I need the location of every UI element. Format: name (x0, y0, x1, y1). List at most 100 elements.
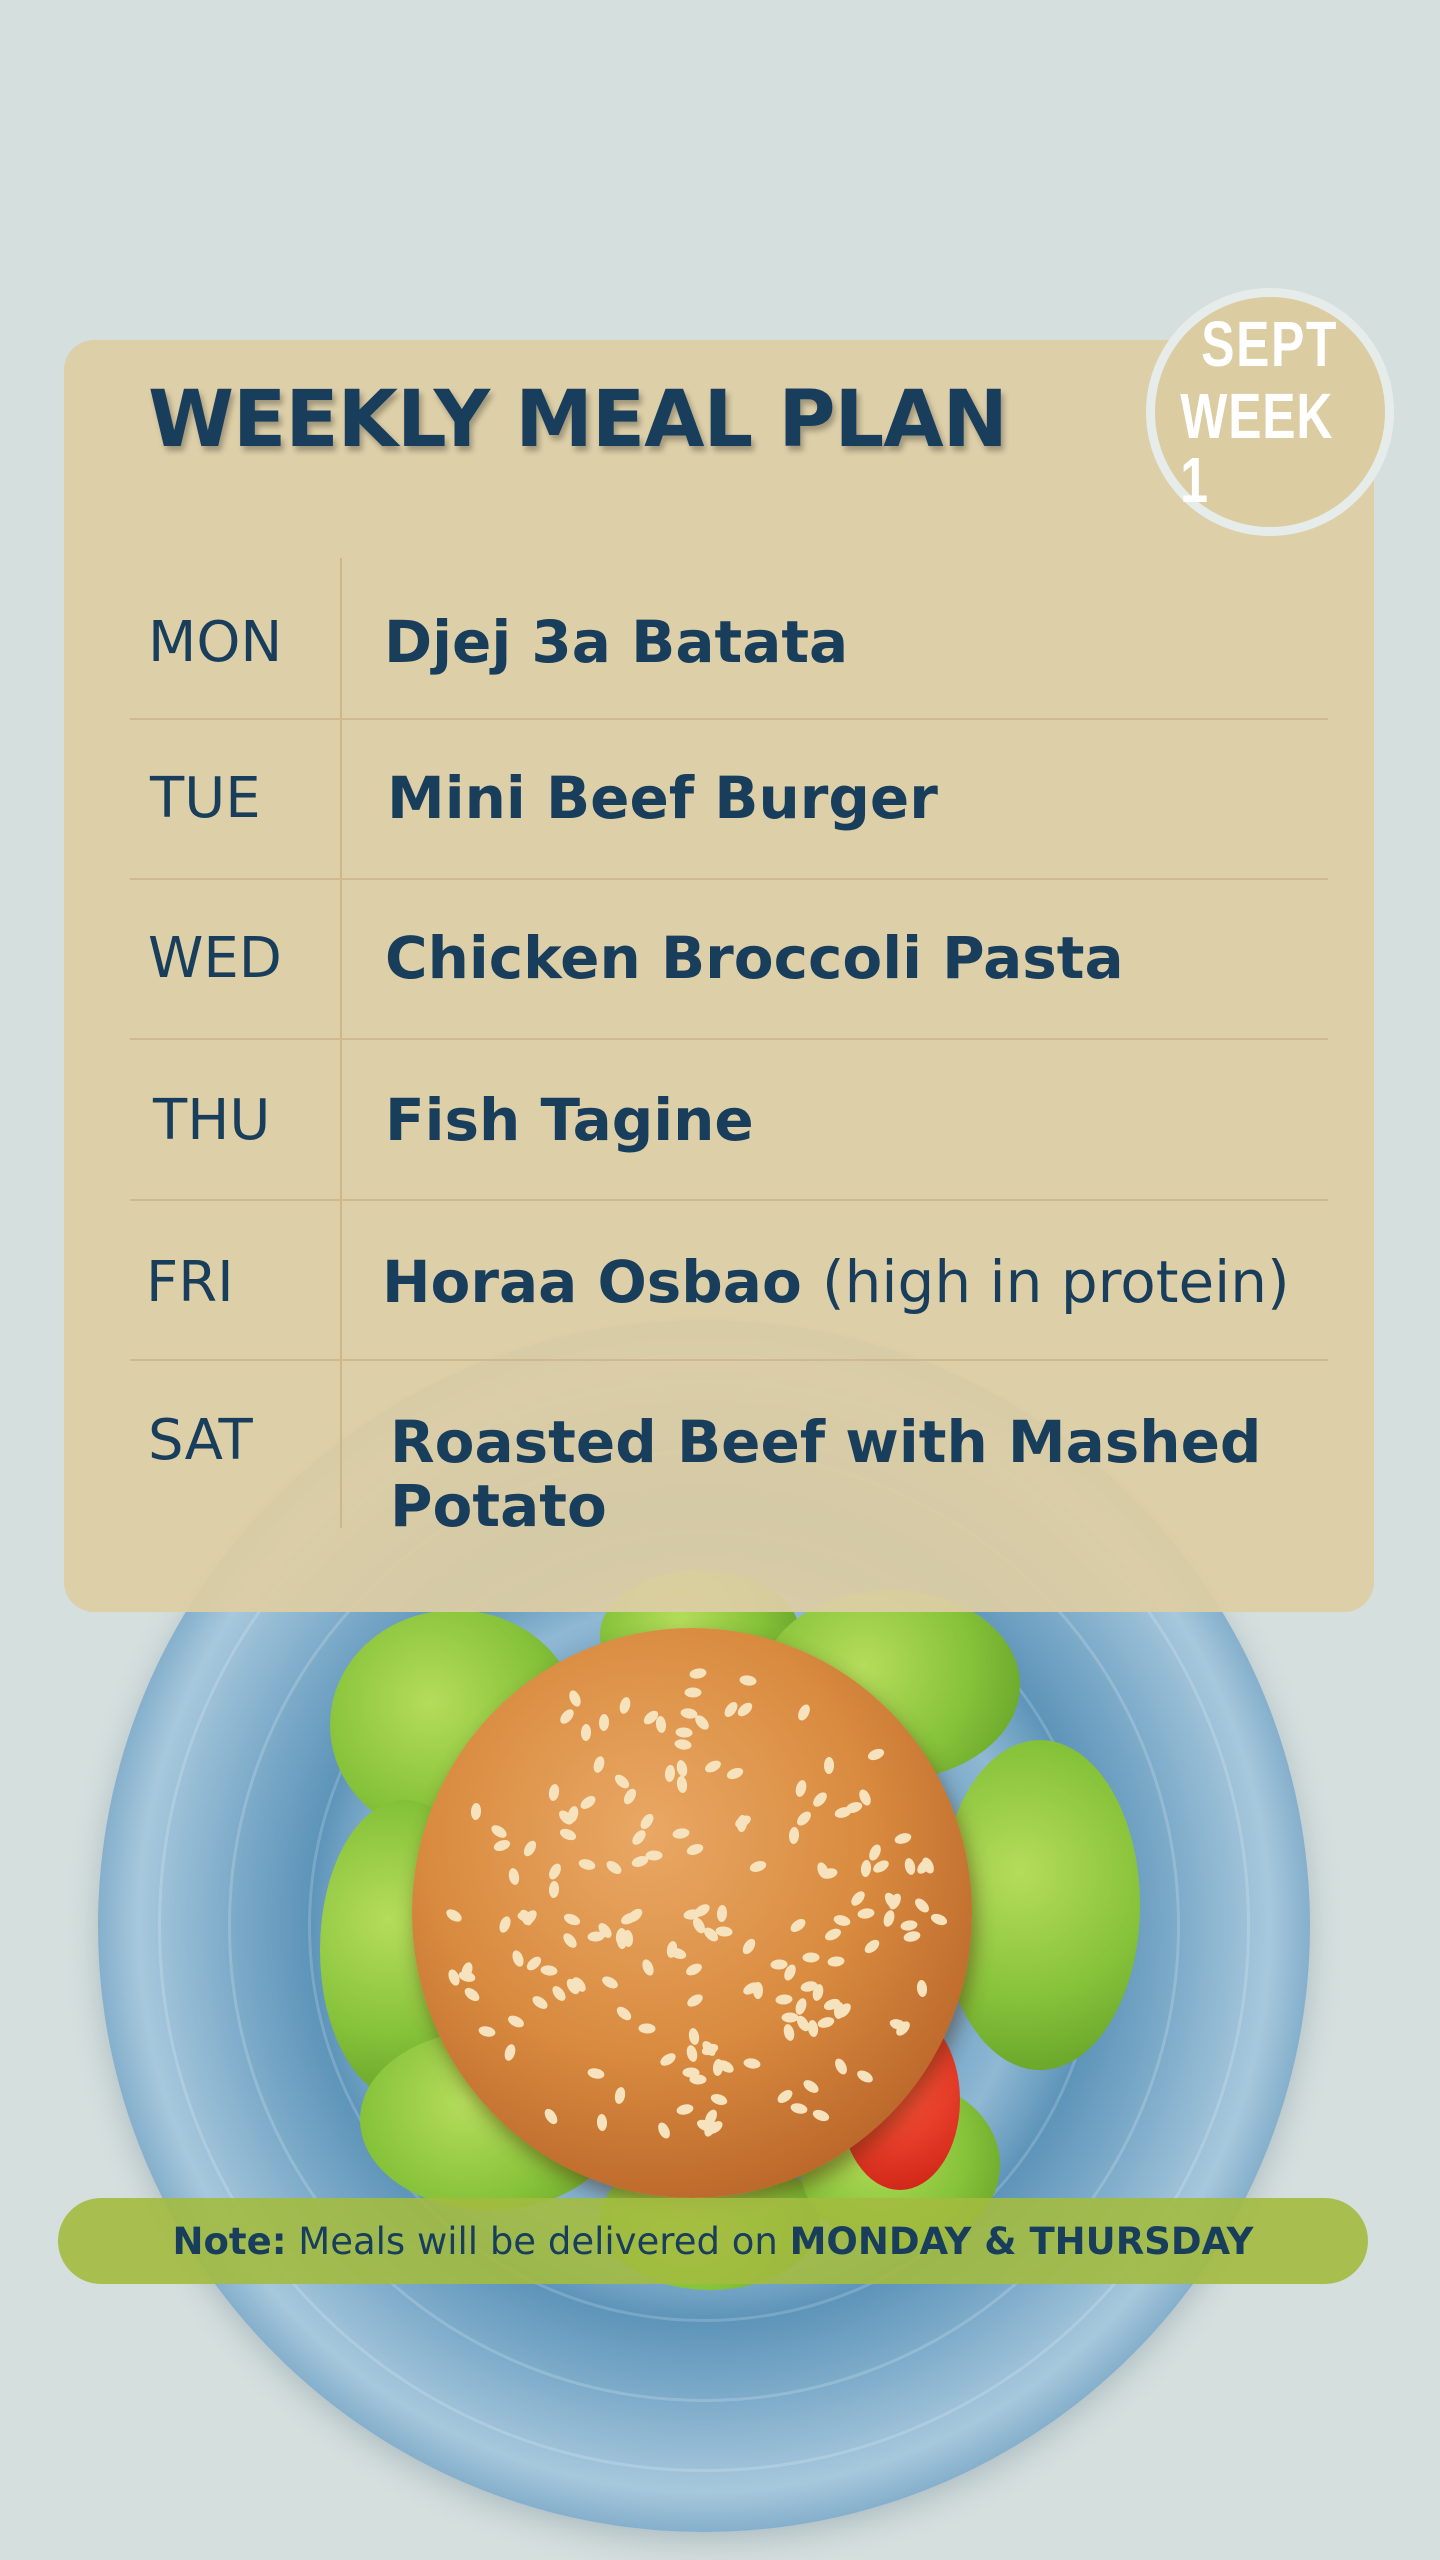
sesame-seed (712, 2058, 724, 2077)
sesame-seed (502, 2042, 517, 2062)
sesame-seed (824, 1756, 835, 1774)
sesame-seed (587, 2066, 606, 2081)
sesame-seed (747, 1858, 768, 1874)
sesame-seed (637, 1811, 656, 1832)
sesame-seed (684, 1687, 702, 1698)
sesame-seed (929, 1911, 949, 1928)
meal-fri: Horaa Osbao (high in protein) (382, 1250, 1290, 1314)
meal-mon: Djej 3a Batata (384, 608, 849, 676)
sesame-seed (461, 1985, 482, 2004)
sesame-seed (507, 1867, 521, 1886)
page-title: WEEKLY MEAL PLAN (148, 375, 1008, 465)
sesame-seed (675, 1775, 688, 1794)
sesame-seed (724, 1766, 745, 1782)
sesame-seed (709, 2091, 730, 2107)
sesame-seed (558, 1826, 578, 1843)
sesame-seed (716, 1904, 728, 1923)
sesame-seed (692, 1713, 712, 1733)
sesame-seed (580, 1723, 592, 1742)
sesame-seed (506, 2013, 527, 2030)
delivery-note: Note: Meals will be delivered on MONDAY … (58, 2198, 1368, 2284)
sesame-seed (578, 1793, 598, 1812)
sesame-seed (857, 1907, 876, 1920)
sesame-seed (800, 2077, 821, 2096)
sesame-seed (794, 1809, 814, 1829)
day-label-mon: MON (148, 610, 283, 675)
column-divider (340, 558, 342, 1528)
sesame-seed (630, 1854, 650, 1870)
sesame-seed (775, 1993, 794, 2005)
day-label-thu: THU (153, 1088, 271, 1153)
sesame-seed (655, 2120, 673, 2141)
sesame-seed (793, 1778, 808, 1798)
row-divider (130, 1199, 1328, 1201)
sesame-seed (848, 1888, 868, 1909)
sesame-seed (540, 1964, 559, 1977)
sesame-seed (692, 1901, 713, 1920)
row-divider (130, 718, 1328, 720)
sesame-seed (622, 1929, 634, 1948)
sesame-seed (620, 1786, 639, 1807)
sesame-seed (866, 1842, 884, 1863)
sesame-seed (548, 1880, 560, 1898)
sesame-seed (832, 2056, 850, 2077)
sesame-seed (529, 1993, 550, 2012)
sesame-seed (566, 1688, 583, 1709)
sesame-seed (521, 1838, 539, 1859)
sesame-seed (477, 2024, 497, 2038)
sesame-seed (675, 1726, 694, 1738)
sesame-seed (614, 2003, 635, 2023)
sesame-seed (795, 1702, 812, 1723)
sesame-seed (565, 1805, 580, 1825)
sesame-seed (899, 1918, 919, 1932)
sesame-seed (816, 2015, 836, 2031)
sesame-seed (549, 1983, 569, 2003)
sesame-seed (562, 1911, 583, 1928)
sesame-seed (688, 1666, 708, 1680)
sesame-seed (612, 1772, 632, 1792)
sesame-seed (684, 1961, 705, 1979)
meal-thu: Fish Tagine (385, 1086, 754, 1154)
sesame-seed (903, 1929, 922, 1944)
meal-tue: Mini Beef Burger (387, 764, 938, 832)
sesame-seed (916, 1979, 929, 1998)
sesame-seed (492, 1837, 512, 1853)
meal-sat: Roasted Beef with Mashed Potato (390, 1410, 1261, 1538)
sesame-seed (743, 2057, 762, 2070)
sesame-seed (734, 1700, 755, 1720)
sesame-seed (810, 1789, 830, 1810)
sesame-seed (510, 1948, 526, 1968)
badge-month: SEPT (1201, 308, 1339, 380)
sesame-seed (560, 1931, 579, 1951)
sesame-seed (826, 1956, 845, 1968)
sesame-seed (781, 2023, 796, 2043)
sesame-seed (618, 1695, 633, 1715)
sesame-seed (497, 1915, 513, 1935)
sesame-seed (591, 1755, 607, 1775)
sesame-seed (586, 1930, 605, 1943)
burger-bun-image (412, 1628, 972, 2198)
meal-fri-name: Horaa Osbao (382, 1248, 802, 1316)
sesame-seed (781, 2012, 799, 2023)
sesame-seed (613, 2086, 627, 2106)
meal-fri-note: (high in protein) (822, 1248, 1290, 1316)
sesame-seed (488, 1822, 509, 1841)
sesame-seed (541, 2106, 560, 2127)
sesame-seed (859, 1859, 872, 1878)
sesame-seed (599, 1973, 620, 1991)
sesame-seed (673, 1738, 693, 1752)
sesame-seed (881, 1908, 896, 1928)
sesame-seed (788, 1826, 800, 1845)
sesame-seed (871, 1858, 892, 1876)
note-label: Note: (172, 2219, 287, 2263)
meal-sat-line1: Roasted Beef with Mashed (390, 1408, 1262, 1476)
meal-wed: Chicken Broccoli Pasta (385, 924, 1124, 992)
sesame-seed (903, 1856, 918, 1876)
sesame-seed (789, 2102, 809, 2116)
day-label-wed: WED (148, 926, 282, 991)
sesame-seed (703, 1758, 724, 1776)
sesame-seed (599, 1713, 610, 1732)
sesame-seed (733, 1812, 753, 1830)
row-divider (130, 878, 1328, 880)
sesame-seed (854, 2067, 875, 2085)
